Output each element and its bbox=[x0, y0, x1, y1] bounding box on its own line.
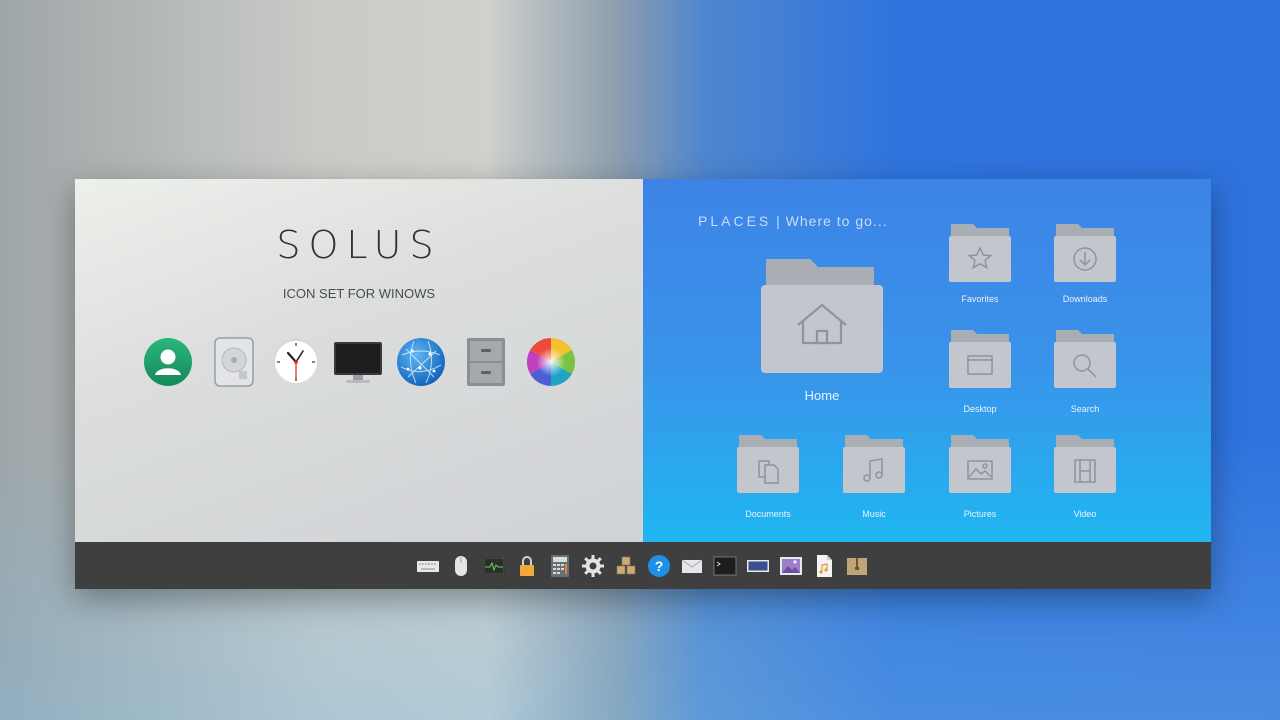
image-viewer-icon[interactable] bbox=[779, 554, 803, 578]
folder-desktop[interactable]: Desktop bbox=[949, 328, 1011, 414]
folder-search[interactable]: Search bbox=[1054, 328, 1116, 414]
folder-music[interactable]: Music bbox=[843, 433, 905, 519]
folder-label-pictures: Pictures bbox=[963, 509, 997, 519]
places-heading: PLACES | Where to go... bbox=[698, 213, 888, 229]
taskbar-icons: ? bbox=[416, 554, 871, 578]
clock-icon[interactable] bbox=[271, 337, 321, 387]
brand-subtitle: ICON SET FOR WINOWS bbox=[282, 286, 436, 301]
audio-file-icon[interactable] bbox=[812, 554, 836, 578]
folder-downloads[interactable]: Downloads bbox=[1054, 222, 1116, 304]
folder-label-search: Search bbox=[1070, 404, 1100, 414]
archive-icon[interactable] bbox=[845, 554, 869, 578]
brand-title: SOLUS bbox=[276, 223, 442, 267]
folder-label-downloads: Downloads bbox=[1062, 294, 1108, 304]
file-cabinet-icon[interactable] bbox=[461, 337, 511, 387]
packages-icon[interactable] bbox=[614, 554, 638, 578]
places-heading-caps: PLACES bbox=[698, 213, 772, 229]
taskbar: ? bbox=[75, 542, 1211, 589]
folder-label-home: Home bbox=[804, 388, 840, 403]
display-icon[interactable] bbox=[746, 554, 770, 578]
folder-label-documents: Documents bbox=[745, 509, 791, 519]
folder-label-desktop: Desktop bbox=[963, 404, 997, 414]
network-globe-icon[interactable] bbox=[396, 337, 446, 387]
monitor-icon[interactable] bbox=[333, 337, 383, 387]
color-wheel-icon[interactable] bbox=[526, 337, 576, 387]
folder-label-video: Video bbox=[1073, 509, 1097, 519]
folder-documents[interactable]: Documents bbox=[737, 433, 799, 519]
mouse-icon[interactable] bbox=[449, 554, 473, 578]
folder-pictures[interactable]: Pictures bbox=[949, 433, 1011, 519]
help-icon[interactable]: ? bbox=[647, 554, 671, 578]
places-panel: PLACES | Where to go... Home Favorites D… bbox=[643, 179, 1211, 542]
lock-icon[interactable] bbox=[515, 554, 539, 578]
folder-label-favorites: Favorites bbox=[961, 294, 999, 304]
app-icon-row bbox=[143, 337, 583, 391]
user-accounts-icon[interactable] bbox=[143, 337, 193, 387]
settings-gear-icon[interactable] bbox=[581, 554, 605, 578]
keyboard-icon[interactable] bbox=[416, 554, 440, 578]
brand-panel: SOLUS ICON SET FOR WINOWS bbox=[75, 179, 643, 542]
system-monitor-icon[interactable] bbox=[482, 554, 506, 578]
folder-favorites[interactable]: Favorites bbox=[949, 222, 1011, 304]
terminal-icon[interactable] bbox=[713, 554, 737, 578]
places-heading-subtitle: | Where to go... bbox=[771, 213, 888, 229]
svg-text:?: ? bbox=[655, 558, 664, 574]
folder-home[interactable]: Home bbox=[760, 253, 884, 403]
showcase-banner: SOLUS ICON SET FOR WINOWS PLACES | Where… bbox=[75, 179, 1211, 589]
mail-icon[interactable] bbox=[680, 554, 704, 578]
folder-label-music: Music bbox=[862, 509, 886, 519]
calculator-icon[interactable] bbox=[548, 554, 572, 578]
hard-drive-icon[interactable] bbox=[209, 337, 259, 387]
folder-video[interactable]: Video bbox=[1054, 433, 1116, 519]
